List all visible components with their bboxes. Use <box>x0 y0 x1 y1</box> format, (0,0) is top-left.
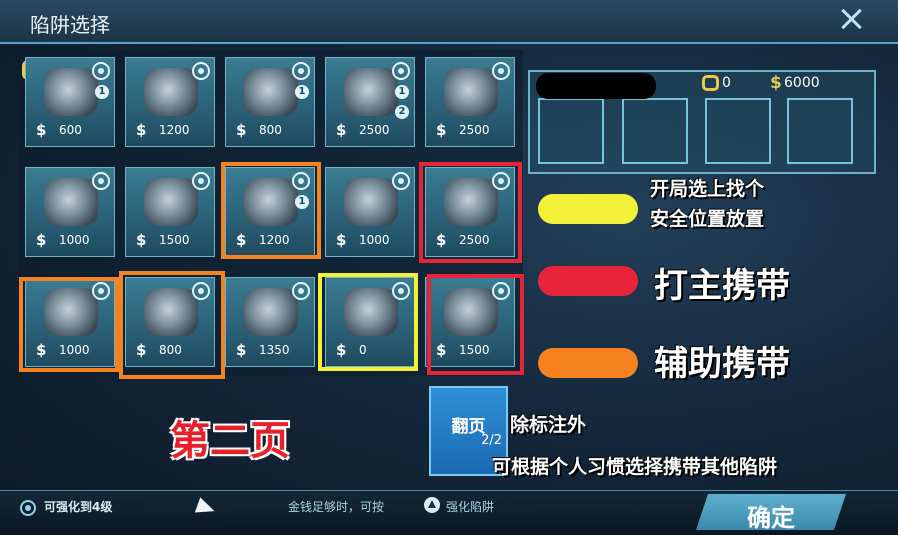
dollar-icon: $ <box>336 231 347 249</box>
yellow-legend-swatch <box>538 194 638 224</box>
header-bar: 陷阱选择 <box>0 0 898 44</box>
red-legend-text: 打主携带 <box>654 266 790 306</box>
yellow-legend-text: 开局选上找个 安全位置放置 <box>650 178 765 230</box>
red-highlight-box <box>419 162 522 263</box>
trap-slot[interactable]: $ 1500 <box>125 167 215 257</box>
trap-price: 1200 <box>159 123 190 137</box>
trap-image <box>344 178 398 226</box>
trap-slot[interactable]: 1 2 $ 2500 <box>325 57 415 147</box>
carry-slot[interactable] <box>622 98 688 164</box>
orange-legend-text: 辅助携带 <box>654 344 790 384</box>
trap-image <box>144 178 198 226</box>
upgrade-level-badge: 1 <box>395 85 409 99</box>
close-icon[interactable] <box>836 4 866 34</box>
trap-image <box>44 178 98 226</box>
dollar-icon: $ <box>236 341 247 359</box>
trap-price: 1500 <box>159 233 190 247</box>
upgrade-icon <box>192 172 210 190</box>
orange-highlight-box <box>119 271 225 379</box>
dollar-icon: $ <box>136 231 147 249</box>
trap-price: 1350 <box>259 343 290 357</box>
orange-highlight-box <box>221 162 321 259</box>
note-line-2: 可根据个人习惯选择携带其他陷阱 <box>492 456 778 478</box>
upgrade-icon <box>392 62 410 80</box>
page-label: 第二页 <box>170 418 290 464</box>
window-title: 陷阱选择 <box>30 13 110 37</box>
trap-slot[interactable]: $ 2500 <box>425 57 515 147</box>
trap-image <box>144 68 198 116</box>
money-value: 6000 <box>784 75 820 91</box>
currency-value: 0 <box>722 75 731 91</box>
upgrade-hint: 可强化到4级 <box>44 500 113 514</box>
trap-slot[interactable]: 1 $ 600 <box>25 57 115 147</box>
trap-slot[interactable]: $ 1000 <box>325 167 415 257</box>
upgrade-icon <box>92 172 110 190</box>
trap-slot[interactable]: 1 $ 800 <box>225 57 315 147</box>
trap-price: 2500 <box>359 123 390 137</box>
redacted-name <box>536 73 656 99</box>
upgrade-level-badge: 2 <box>395 105 409 119</box>
money-icon: $ <box>770 73 782 93</box>
trap-image <box>244 68 298 116</box>
upgrade-icon <box>292 62 310 80</box>
confirm-label: 确定 <box>747 504 795 532</box>
upgrade-level-badge: 1 <box>295 85 309 99</box>
yellow-highlight-box <box>318 273 418 371</box>
carry-slot[interactable] <box>787 98 853 164</box>
red-legend-swatch <box>538 266 638 296</box>
upgrade-level-badge: 1 <box>95 85 109 99</box>
upgrade-icon <box>292 282 310 300</box>
dollar-icon: $ <box>136 121 147 139</box>
upgrade-icon <box>392 172 410 190</box>
trap-price: 800 <box>259 123 282 137</box>
upgrade-icon <box>492 62 510 80</box>
trap-image <box>244 288 298 336</box>
trap-price: 1000 <box>59 233 90 247</box>
trap-image <box>444 68 498 116</box>
dollar-icon: $ <box>236 121 247 139</box>
confirm-button[interactable]: 确定 <box>696 494 846 530</box>
upgrade-arrow-icon <box>424 497 440 513</box>
upgrade-icon <box>20 500 36 516</box>
upgrade-icon <box>192 62 210 80</box>
trap-slot[interactable]: $ 1350 <box>225 277 315 367</box>
trap-selection-window: 陷阱选择 1 $ 600 $ 1200 1 $ 800 1 2 $ 2500 $… <box>0 0 898 535</box>
carry-slot[interactable] <box>705 98 771 164</box>
carry-slot[interactable] <box>538 98 604 164</box>
trap-image <box>44 68 98 116</box>
orange-highlight-box <box>19 277 119 372</box>
note-line-1: 除标注外 <box>510 414 587 436</box>
page-counter: 2/2 <box>481 433 502 448</box>
hint-text: 金钱足够时，可按 <box>288 500 385 514</box>
dollar-icon: $ <box>36 231 47 249</box>
dollar-icon: $ <box>336 121 347 139</box>
upgrade-icon <box>92 62 110 80</box>
trap-price: 2500 <box>459 123 490 137</box>
dollar-icon: $ <box>436 121 447 139</box>
trap-slot[interactable]: $ 1200 <box>125 57 215 147</box>
currency-icon <box>702 75 719 91</box>
orange-legend-swatch <box>538 348 638 378</box>
dollar-icon: $ <box>36 121 47 139</box>
red-highlight-box <box>427 274 524 375</box>
trap-slot[interactable]: $ 1000 <box>25 167 115 257</box>
trap-price: 1000 <box>359 233 390 247</box>
trap-image <box>344 68 398 116</box>
trap-price: 600 <box>59 123 82 137</box>
hint-text: 强化陷阱 <box>446 500 495 514</box>
